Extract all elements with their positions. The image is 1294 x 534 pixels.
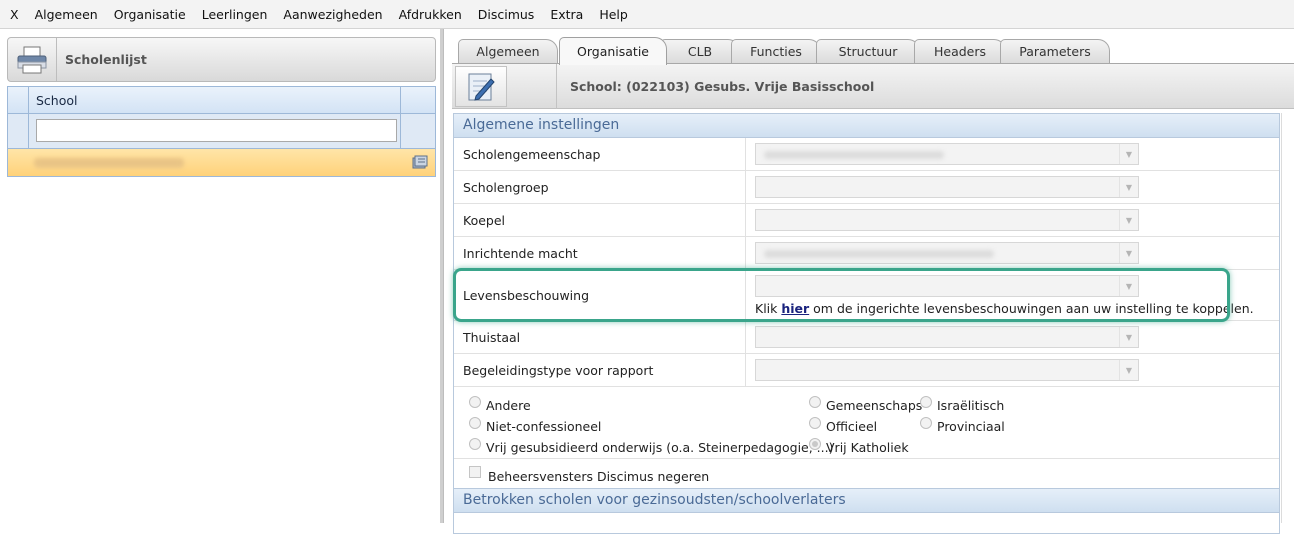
radio-provinciaal[interactable]: Provinciaal: [920, 416, 1005, 434]
grid-filter-row: [8, 114, 435, 149]
chevron-down-icon: ▼: [1119, 210, 1138, 230]
field-row-inrichtende-macht: Inrichtende macht ▼: [454, 237, 1279, 270]
field-label: Thuistaal: [454, 321, 746, 353]
field-row-begeleidingstype: Begeleidingstype voor rapport ▼: [454, 354, 1279, 387]
begeleidingstype-select[interactable]: ▼: [755, 359, 1139, 381]
field-row-scholengemeenschap: Scholengemeenschap ▼: [454, 138, 1279, 171]
koepel-select[interactable]: ▼: [755, 209, 1139, 231]
redacted-value: [764, 151, 944, 159]
field-row-scholengroep: Scholengroep ▼: [454, 171, 1279, 204]
tab-structuur[interactable]: Structuur: [816, 39, 920, 64]
grid-header-row: School: [8, 87, 435, 114]
tab-parameters[interactable]: Parameters: [1000, 39, 1110, 64]
field-label: Begeleidingstype voor rapport: [454, 354, 746, 386]
radio-indicator: [469, 416, 481, 429]
school-list-title: Scholenlijst: [65, 52, 147, 67]
print-button[interactable]: [8, 38, 57, 81]
school-type-radio-group: Andere Niet-confessioneel Vrij gesubsidi…: [454, 387, 1279, 459]
menu-aanwezigheden[interactable]: Aanwezigheden: [275, 0, 390, 29]
inrichtende-macht-select[interactable]: ▼: [755, 242, 1139, 264]
radio-indicator: [469, 395, 481, 408]
levensbeschouwing-help: Klik hier om de ingerichte levensbeschou…: [755, 301, 1254, 316]
radio-officieel[interactable]: Officieel: [809, 416, 877, 434]
discimus-ignore-checkbox[interactable]: [469, 466, 481, 478]
radio-niet-confessioneel[interactable]: Niet-confessioneel: [469, 416, 601, 434]
chevron-down-icon: ▼: [1119, 243, 1138, 263]
chevron-down-icon: ▼: [1119, 177, 1138, 197]
radio-israelitisch[interactable]: Israëlitisch: [920, 395, 1004, 413]
tab-headers[interactable]: Headers: [914, 39, 1006, 64]
redacted-value: [764, 250, 994, 258]
school-list-header: Scholenlijst: [7, 37, 436, 82]
school-title-bar: School: (022103) Gesubs. Vrije Basisscho…: [452, 64, 1294, 109]
section-header-related-schools: Betrokken scholen voor gezinsoudsten/sch…: [454, 489, 1279, 513]
radio-indicator-selected: [809, 437, 821, 450]
edit-school-button[interactable]: [455, 66, 507, 107]
chevron-down-icon: ▼: [1119, 276, 1138, 296]
chevron-down-icon: ▼: [1119, 327, 1138, 347]
radio-indicator: [920, 395, 932, 408]
radio-indicator: [920, 416, 932, 429]
redacted-school-name: [34, 158, 184, 168]
radio-andere[interactable]: Andere: [469, 395, 531, 413]
radio-indicator: [469, 437, 481, 450]
grid-header-school[interactable]: School: [29, 87, 401, 113]
field-label: Scholengroep: [454, 171, 746, 203]
table-row[interactable]: [8, 149, 435, 176]
school-row-icon[interactable]: [412, 155, 428, 172]
menu-afdrukken[interactable]: Afdrukken: [391, 0, 470, 29]
menu-leerlingen[interactable]: Leerlingen: [194, 0, 276, 29]
school-grid: School: [7, 86, 436, 177]
levensbeschouwing-select[interactable]: ▼: [755, 275, 1139, 297]
field-row-koepel: Koepel ▼: [454, 204, 1279, 237]
menu-help[interactable]: Help: [591, 0, 636, 29]
menu-organisatie[interactable]: Organisatie: [106, 0, 194, 29]
hier-link[interactable]: hier: [781, 301, 809, 316]
field-label: Koepel: [454, 204, 746, 236]
field-row-thuistaal: Thuistaal ▼: [454, 321, 1279, 354]
tab-functies[interactable]: Functies: [731, 39, 821, 64]
radio-gemeenschaps[interactable]: Gemeenschaps: [809, 395, 922, 413]
notepad-pencil-icon: [468, 73, 495, 101]
tab-clb[interactable]: CLB: [660, 39, 740, 64]
field-label: Scholengemeenschap: [454, 138, 746, 170]
scholengemeenschap-select[interactable]: ▼: [755, 143, 1139, 165]
printer-icon: [17, 46, 47, 73]
radio-vrij-katholiek[interactable]: Vrij Katholiek: [809, 437, 909, 455]
tab-strip: Algemeen Organisatie CLB Functies Struct…: [452, 37, 1294, 65]
vertical-scrollbar[interactable]: [1281, 113, 1294, 523]
menu-close[interactable]: X: [0, 0, 27, 29]
tab-organisatie[interactable]: Organisatie: [559, 37, 667, 65]
menu-discimus[interactable]: Discimus: [470, 0, 543, 29]
field-label: Inrichtende macht: [454, 237, 746, 269]
radio-indicator: [809, 395, 821, 408]
school-title: School: (022103) Gesubs. Vrije Basisscho…: [570, 79, 875, 94]
radio-indicator: [809, 416, 821, 429]
radio-vrij-gesubsidieerd[interactable]: Vrij gesubsidieerd onderwijs (o.a. Stein…: [469, 437, 833, 455]
menu-algemeen[interactable]: Algemeen: [27, 0, 106, 29]
field-label: Levensbeschouwing: [454, 270, 746, 320]
school-filter-input[interactable]: [36, 119, 397, 142]
thuistaal-select[interactable]: ▼: [755, 326, 1139, 348]
chevron-down-icon: ▼: [1119, 144, 1138, 164]
discimus-ignore-row: Beheersvensters Discimus negeren: [454, 459, 1279, 489]
menu-extra[interactable]: Extra: [542, 0, 591, 29]
chevron-down-icon: ▼: [1119, 360, 1138, 380]
discimus-ignore-label: Beheersvensters Discimus negeren: [488, 469, 710, 484]
left-panel: Scholenlijst School: [0, 29, 443, 523]
settings-form: Algemene instellingen Scholengemeenschap…: [453, 113, 1280, 534]
scholengroep-select[interactable]: ▼: [755, 176, 1139, 198]
edit-icon: [412, 155, 428, 169]
menu-bar: X Algemeen Organisatie Leerlingen Aanwez…: [0, 0, 1294, 29]
tab-algemeen[interactable]: Algemeen: [458, 39, 558, 64]
field-row-levensbeschouwing: Levensbeschouwing ▼ Klik hier om de inge…: [454, 270, 1279, 321]
right-panel: Algemeen Organisatie CLB Functies Struct…: [452, 29, 1294, 534]
section-header-general: Algemene instellingen: [454, 114, 1279, 138]
